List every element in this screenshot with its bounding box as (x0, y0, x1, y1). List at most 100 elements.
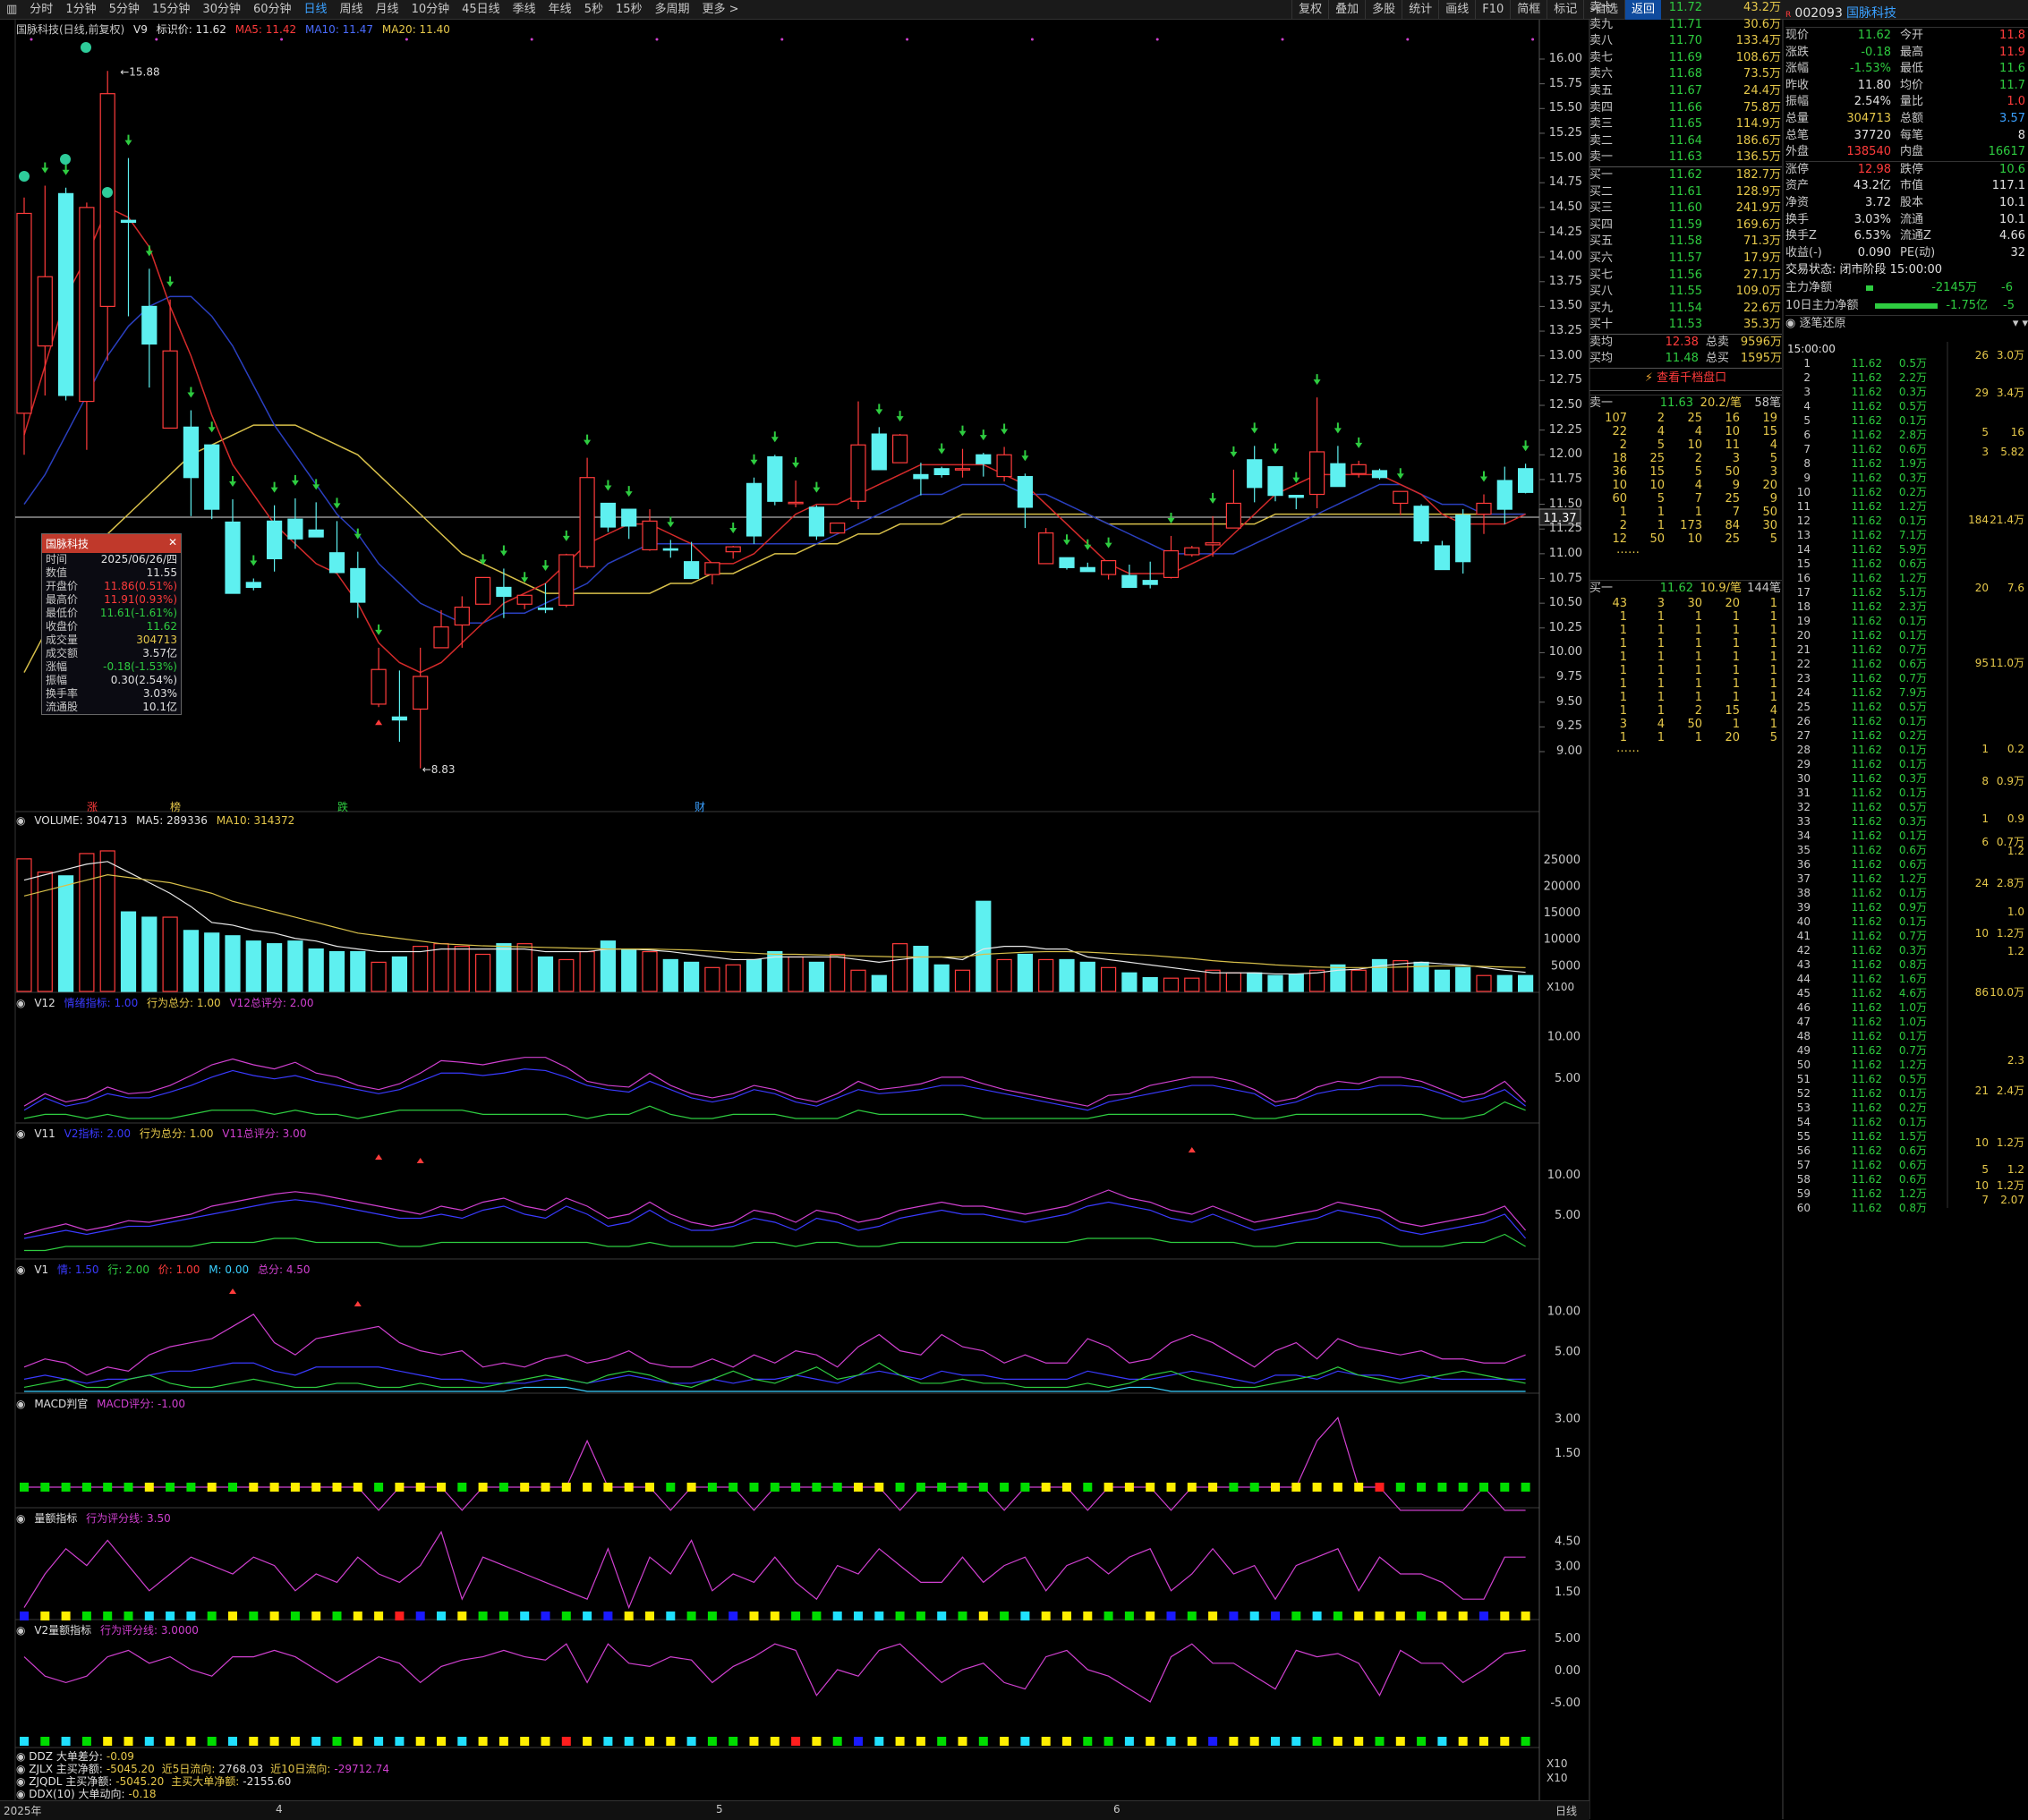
period-tab[interactable]: 月线 (370, 0, 405, 20)
period-tab[interactable]: 5秒 (578, 0, 609, 20)
tick-price: 11.62 (1851, 557, 1882, 570)
chevron-down-icon[interactable]: ▾ ▾ (2013, 316, 2028, 332)
bids-row[interactable]: 买七 11.56 27.1万 (1589, 268, 1782, 285)
close-icon[interactable]: ✕ (168, 536, 177, 551)
volume-bar (913, 946, 929, 992)
period-tab[interactable]: 周线 (334, 0, 370, 20)
info-box[interactable]: 国脉科技 ✕ 时间 2025/06/26/四 数值 11.55 开盘价 11.86(0.51… (41, 533, 182, 715)
period-tab[interactable]: 60分钟 (247, 0, 298, 20)
settings-dot-icon[interactable]: ◉ (16, 814, 25, 827)
period-tab[interactable]: 30分钟 (196, 0, 247, 20)
qty-square (415, 1612, 425, 1620)
asks-row[interactable]: 卖七 11.69 108.6万 (1589, 50, 1782, 67)
period-tab[interactable]: 45日线 (456, 0, 507, 20)
tool-button[interactable]: 统计 (1402, 0, 1438, 20)
settings-dot-icon[interactable]: ◉ (16, 1512, 25, 1525)
settings-dot-icon[interactable]: ◉ (16, 1763, 29, 1775)
buy1_queue-head-cell: 11.62 (1659, 582, 1693, 596)
v12-name[interactable]: V12 (34, 997, 55, 1009)
macd-square (812, 1483, 822, 1492)
tick-vol: 1.9万 (1898, 457, 1927, 470)
bids-row[interactable]: 买四 11.59 169.6万 (1589, 217, 1782, 234)
asks-row[interactable]: 卖八 11.70 133.4万 (1589, 33, 1782, 50)
bids-row[interactable]: 买十 11.53 35.3万 (1589, 317, 1782, 334)
settings-dot-icon[interactable]: ◉ (16, 1775, 29, 1788)
period-tab[interactable]: 多周期 (649, 0, 696, 20)
bids-row[interactable]: 买八 11.55 109.0万 (1589, 284, 1782, 301)
down-arrow-icon (41, 162, 49, 174)
settings-dot-icon[interactable]: ◉ (16, 1624, 25, 1637)
volume-bar (579, 950, 595, 992)
asks-row[interactable]: 卖二 11.64 186.6万 (1589, 133, 1782, 150)
ticks-header[interactable]: ◉ 逐笔还原 ▾ ▾ (1785, 315, 2028, 332)
stat-key2: 最高 (1900, 45, 1924, 59)
tool-button[interactable]: 复权 (1291, 0, 1328, 20)
period-tab[interactable]: 更多 > (696, 0, 746, 20)
v2-square (1521, 1737, 1530, 1746)
tick-price: 11.62 (1851, 1187, 1882, 1200)
macd-square (854, 1483, 863, 1492)
asks-row[interactable]: 卖九 11.71 30.6万 (1589, 17, 1782, 34)
period-tab[interactable]: 日线 (298, 0, 334, 20)
buy1_queue-cell: 1 (1769, 718, 1777, 732)
flow-lines: ◉ DDZ 大单差分: -0.09 ◉ ZJLX 主买净额: -5045.20 近5日流… (16, 1750, 389, 1800)
tick-agg-vol: 2.8万 (1996, 877, 2024, 889)
period-tab[interactable]: 15秒 (609, 0, 649, 20)
settings-dot-icon[interactable]: ◉ (16, 1263, 25, 1276)
v1-name[interactable]: V1 (34, 1263, 48, 1276)
tick-agg-count: 10 (1974, 927, 1989, 940)
period-tab[interactable]: 1分钟 (59, 0, 102, 20)
asks-row[interactable]: 卖十 11.72 43.2万 (1589, 0, 1782, 17)
period-tab[interactable]: 15分钟 (146, 0, 197, 20)
asks-row[interactable]: 卖六 11.68 73.5万 (1589, 66, 1782, 83)
bids-row[interactable]: 买一 11.62 182.7万 (1589, 167, 1782, 184)
info-value: 11.86(0.51%) (104, 580, 177, 592)
indicator-name[interactable]: V9 (133, 23, 148, 36)
bids-row[interactable]: 买六 11.57 17.9万 (1589, 251, 1782, 268)
bids-row[interactable]: 买九 11.54 22.6万 (1589, 301, 1782, 318)
macd-name[interactable]: MACD判官 (34, 1398, 88, 1410)
period-tab[interactable]: 10分钟 (405, 0, 456, 20)
tool-button[interactable]: 标记 (1547, 0, 1583, 20)
bids-row[interactable]: 买二 11.61 128.9万 (1589, 184, 1782, 201)
v2-name[interactable]: V2量额指标 (34, 1624, 91, 1637)
period-tab[interactable]: 季线 (507, 0, 542, 20)
buy1_queue-cell: 1 (1769, 691, 1777, 705)
asks-row[interactable]: 卖一 11.63 136.5万 (1589, 149, 1782, 166)
settings-dot-icon[interactable]: ◉ (16, 1127, 25, 1140)
candle-body (141, 305, 158, 345)
period-indicator[interactable]: 日线 (1555, 1803, 1577, 1818)
asks-row[interactable]: 卖四 11.66 75.8万 (1589, 100, 1782, 117)
sell1_queue-row: 22 4 4 10 15 (1589, 425, 1782, 438)
settings-dot-icon[interactable]: ◉ (16, 1398, 25, 1410)
thousand-button[interactable]: ⚡ 查看千档盘口 (1589, 368, 1782, 388)
tick-no: 8 (1803, 457, 1811, 470)
tool-button[interactable]: 叠加 (1328, 0, 1365, 20)
buy1_queue-cell: 20 (1725, 597, 1740, 611)
tool-button[interactable]: 简框 (1510, 0, 1547, 20)
candle-body (16, 212, 32, 414)
bids-row[interactable]: 买五 11.58 71.3万 (1589, 234, 1782, 251)
stock-name[interactable]: 国脉科技 (1846, 6, 1896, 21)
stat-value2: 3.57 (1999, 111, 2025, 125)
tool-button[interactable]: 画线 (1438, 0, 1475, 20)
settings-dot-icon[interactable]: ◉ (16, 1788, 29, 1800)
asks-row[interactable]: 卖三 11.65 114.9万 (1589, 116, 1782, 133)
v11-name[interactable]: V11 (34, 1127, 55, 1140)
panel-toggle-icon[interactable]: ▥ (0, 0, 23, 20)
qty-square (395, 1612, 405, 1620)
tick-no: 26 (1796, 715, 1811, 727)
settings-dot-icon[interactable]: ◉ (16, 1750, 29, 1763)
tick-price: 11.62 (1851, 701, 1882, 713)
period-tab[interactable]: 年线 (542, 0, 578, 20)
period-tab[interactable]: 分时 (23, 0, 59, 20)
asks-row[interactable]: 卖五 11.67 24.4万 (1589, 83, 1782, 100)
qty-name[interactable]: 量额指标 (34, 1512, 77, 1525)
bids-row[interactable]: 买三 11.60 241.9万 (1589, 200, 1782, 217)
settings-dot-icon[interactable]: ◉ (16, 997, 25, 1009)
tool-button[interactable]: F10 (1475, 0, 1510, 20)
period-tab[interactable]: 5分钟 (103, 0, 146, 20)
macd-square (561, 1483, 571, 1492)
macd-square (624, 1483, 634, 1492)
tool-button[interactable]: 多股 (1365, 0, 1402, 20)
